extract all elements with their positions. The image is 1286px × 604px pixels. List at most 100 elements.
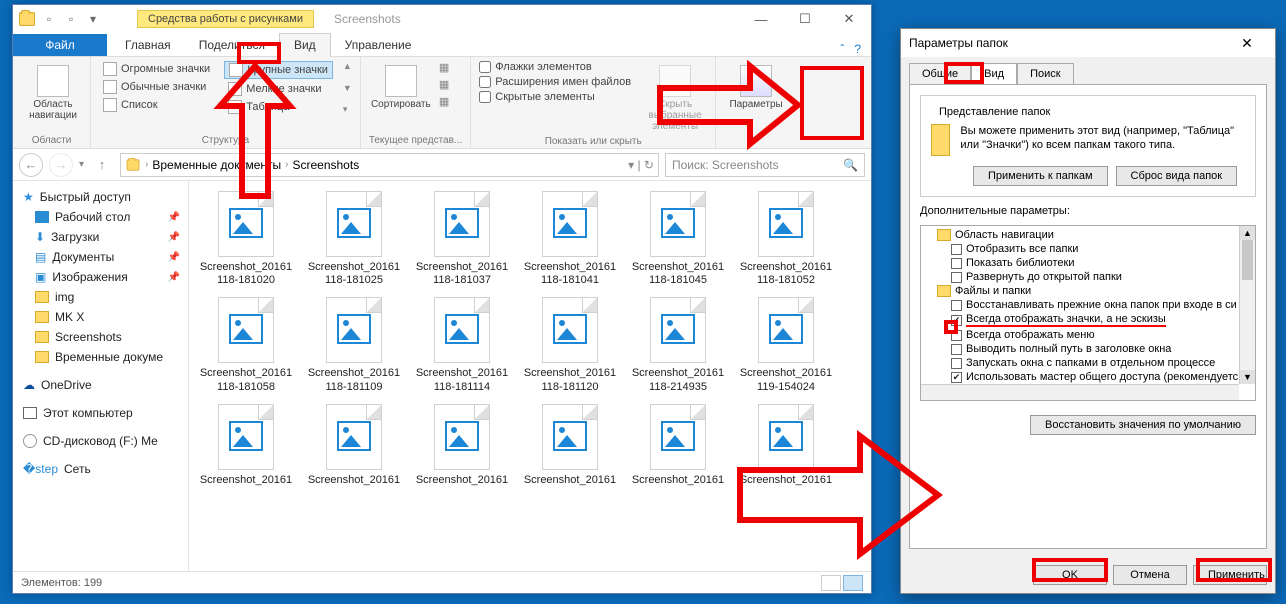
apply-to-folders-button[interactable]: Применить к папкам bbox=[973, 166, 1108, 186]
layout-table[interactable]: Таблица bbox=[224, 99, 333, 115]
check-hidden[interactable]: Скрытые элементы bbox=[479, 91, 631, 103]
nav-pane-button[interactable]: Область навигации bbox=[21, 61, 85, 125]
file-item[interactable]: Screenshot_20161118-181041 bbox=[523, 191, 617, 287]
tab-share[interactable]: Поделиться bbox=[185, 34, 279, 56]
file-item[interactable]: Screenshot_20161119-154024 bbox=[739, 297, 833, 393]
node-restore[interactable]: Восстанавливать прежние окна папок при в… bbox=[923, 298, 1253, 312]
maximize-button[interactable]: ☐ bbox=[783, 5, 827, 33]
layout-large[interactable]: Крупные значки bbox=[224, 61, 333, 79]
check-extensions[interactable]: Расширения имен файлов bbox=[479, 76, 631, 88]
qat-new-icon[interactable]: ▫ bbox=[61, 9, 81, 29]
help-icon[interactable]: ? bbox=[854, 42, 861, 56]
status-bar: Элементов: 199 bbox=[13, 571, 871, 593]
sidebar-onedrive[interactable]: ☁OneDrive bbox=[17, 375, 184, 395]
sidebar-img[interactable]: img bbox=[17, 287, 184, 307]
forward-button[interactable]: → bbox=[49, 153, 73, 177]
node-sharing[interactable]: ✔Использовать мастер общего доступа (рек… bbox=[923, 370, 1253, 384]
layout-up-icon[interactable]: ▲ bbox=[343, 61, 352, 71]
close-button[interactable]: ✕ bbox=[827, 5, 871, 33]
file-item[interactable]: Screenshot_20161 bbox=[415, 404, 509, 487]
tab-home[interactable]: Главная bbox=[111, 34, 185, 56]
breadcrumb-1[interactable]: Временные документы bbox=[152, 158, 281, 172]
layout-small[interactable]: Мелкие значки bbox=[224, 81, 333, 97]
tree-vscrollbar[interactable]: ▲▼ bbox=[1239, 226, 1255, 384]
file-item[interactable]: Screenshot_20161118-214935 bbox=[631, 297, 725, 393]
node-show-libs[interactable]: Показать библиотеки bbox=[923, 256, 1253, 270]
sidebar-mkx[interactable]: MK X bbox=[17, 307, 184, 327]
groupby-icon[interactable]: ▦ bbox=[439, 61, 449, 74]
node-always-menu[interactable]: Всегда отображать меню bbox=[923, 328, 1253, 342]
sidebar-pictures[interactable]: ▣Изображения📌 bbox=[17, 267, 184, 287]
dlg-tab-general[interactable]: Общие bbox=[909, 63, 971, 85]
apply-button[interactable]: Применить bbox=[1193, 565, 1267, 585]
file-item[interactable]: Screenshot_20161118-181025 bbox=[307, 191, 401, 287]
node-expand[interactable]: Развернуть до открытой папки bbox=[923, 270, 1253, 284]
search-icon: 🔍 bbox=[843, 158, 858, 172]
window-title: Screenshots bbox=[334, 12, 401, 26]
up-button[interactable]: ↑ bbox=[90, 153, 114, 177]
sidebar-downloads[interactable]: ⬇Загрузки📌 bbox=[17, 227, 184, 247]
file-item[interactable]: Screenshot_20161118-181058 bbox=[199, 297, 293, 393]
sidebar-network[interactable]: �stepСеть bbox=[17, 459, 184, 479]
node-always-icons[interactable]: ✔Всегда отображать значки, а не эскизы bbox=[923, 312, 1253, 328]
node-full-path[interactable]: Выводить полный путь в заголовке окна bbox=[923, 342, 1253, 356]
file-item[interactable]: Screenshot_20161118-181120 bbox=[523, 297, 617, 393]
sidebar-temp[interactable]: Временные докуме bbox=[17, 347, 184, 367]
sizecol-icon[interactable]: ▦ bbox=[439, 95, 449, 108]
file-item[interactable]: Screenshot_20161 bbox=[199, 404, 293, 487]
breadcrumb-2[interactable]: Screenshots bbox=[292, 158, 359, 172]
sidebar-cd[interactable]: CD-дисковод (F:) Me bbox=[17, 431, 184, 451]
view-icons-icon[interactable] bbox=[843, 575, 863, 591]
addcol-icon[interactable]: ▦ bbox=[439, 78, 449, 91]
back-button[interactable]: ← bbox=[19, 153, 43, 177]
file-name: Screenshot_20161118-181058 bbox=[200, 367, 292, 393]
check-flags[interactable]: Флажки элементов bbox=[479, 61, 631, 73]
layout-more-icon[interactable]: ▾ bbox=[343, 104, 352, 115]
search-box[interactable]: Поиск: Screenshots 🔍 bbox=[665, 153, 865, 177]
view-details-icon[interactable] bbox=[821, 575, 841, 591]
layout-down-icon[interactable]: ▼ bbox=[343, 83, 352, 93]
advanced-tree[interactable]: Область навигации Отобразить все папки П… bbox=[920, 225, 1256, 401]
tab-view[interactable]: Вид bbox=[279, 33, 331, 57]
file-item[interactable]: Screenshot_20161118-181037 bbox=[415, 191, 509, 287]
file-item[interactable]: Screenshot_20161118-181045 bbox=[631, 191, 725, 287]
sidebar-thispc[interactable]: Этот компьютер bbox=[17, 403, 184, 423]
qat-props-icon[interactable]: ▫ bbox=[39, 9, 59, 29]
sort-button[interactable]: Сортировать bbox=[369, 61, 433, 114]
address-bar[interactable]: › Временные документы › Screenshots ▾ | … bbox=[120, 153, 659, 177]
file-item[interactable]: Screenshot_20161118-181114 bbox=[415, 297, 509, 393]
dlg-tab-search[interactable]: Поиск bbox=[1017, 63, 1073, 85]
file-item[interactable]: Screenshot_20161 bbox=[631, 404, 725, 487]
layout-huge[interactable]: Огромные значки bbox=[99, 61, 214, 77]
node-show-all[interactable]: Отобразить все папки bbox=[923, 242, 1253, 256]
sidebar-quick-access[interactable]: ★Быстрый доступ bbox=[17, 187, 184, 207]
minimize-button[interactable]: — bbox=[739, 5, 783, 33]
layout-list[interactable]: Список bbox=[99, 97, 214, 113]
dialog-close-button[interactable]: ✕ bbox=[1227, 35, 1267, 52]
tab-file[interactable]: Файл bbox=[13, 34, 107, 56]
file-item[interactable]: Screenshot_20161 bbox=[523, 404, 617, 487]
node-separate[interactable]: Запускать окна с папками в отдельном про… bbox=[923, 356, 1253, 370]
restore-defaults-button[interactable]: Восстановить значения по умолчанию bbox=[1030, 415, 1256, 435]
cancel-button[interactable]: Отмена bbox=[1113, 565, 1187, 585]
ok-button[interactable]: OK bbox=[1033, 565, 1107, 585]
dlg-tab-view[interactable]: Вид bbox=[971, 63, 1017, 85]
sidebar-screenshots[interactable]: Screenshots bbox=[17, 327, 184, 347]
sidebar-documents[interactable]: ▤Документы📌 bbox=[17, 247, 184, 267]
layout-normal[interactable]: Обычные значки bbox=[99, 79, 214, 95]
file-item[interactable]: Screenshot_20161118-181020 bbox=[199, 191, 293, 287]
sidebar-desktop[interactable]: Рабочий стол📌 bbox=[17, 207, 184, 227]
file-name: Screenshot_20161118-181045 bbox=[632, 261, 724, 287]
file-thumb bbox=[326, 297, 382, 363]
tree-hscrollbar[interactable] bbox=[921, 384, 1239, 400]
file-item[interactable]: Screenshot_20161 bbox=[307, 404, 401, 487]
options-button[interactable]: Параметры bbox=[724, 61, 788, 114]
history-dropdown[interactable]: ▾ bbox=[79, 159, 84, 170]
reset-folders-button[interactable]: Сброс вида папок bbox=[1116, 166, 1238, 186]
file-item[interactable]: Screenshot_20161 bbox=[739, 404, 833, 487]
file-item[interactable]: Screenshot_20161118-181052 bbox=[739, 191, 833, 287]
tab-manage[interactable]: Управление bbox=[331, 34, 426, 56]
file-item[interactable]: Screenshot_20161118-181109 bbox=[307, 297, 401, 393]
qat-dropdown-icon[interactable]: ▾ bbox=[83, 9, 103, 29]
ribbon-expand-icon[interactable]: ˆ bbox=[840, 42, 844, 56]
